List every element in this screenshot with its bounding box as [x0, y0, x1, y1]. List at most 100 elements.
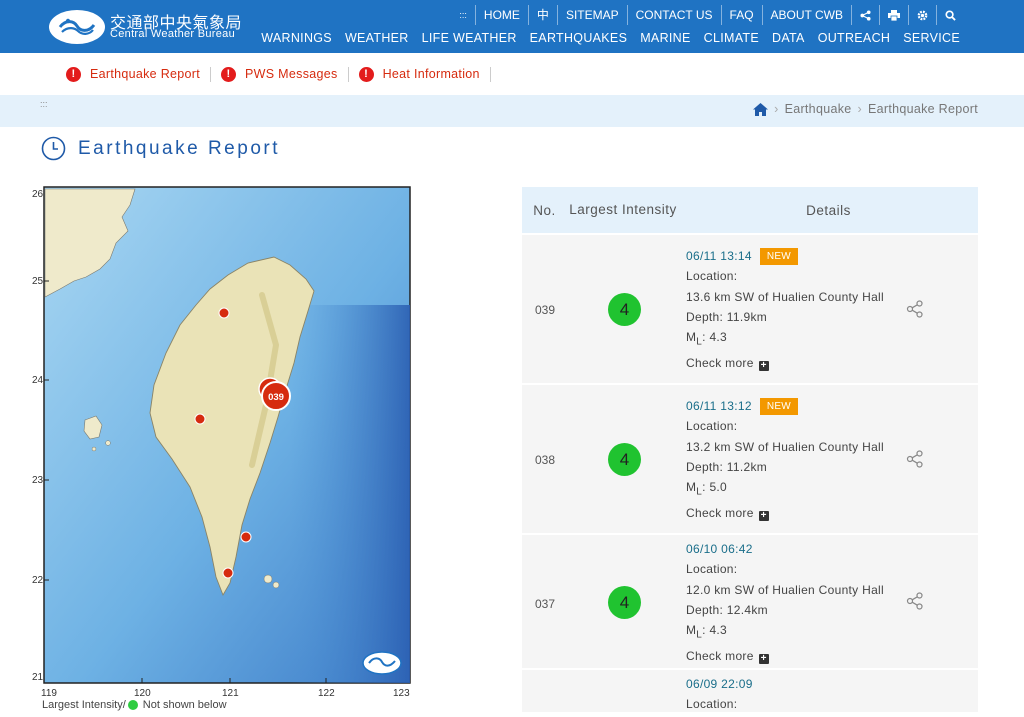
nav-data[interactable]: DATA	[772, 31, 805, 45]
location-label: Location:	[686, 419, 738, 434]
intensity-badge: 4	[608, 586, 641, 619]
event-time: 06/10 06:42	[686, 542, 753, 556]
alert-links: ! Earthquake Report ! PWS Messages ! Hea…	[66, 64, 491, 84]
util-faq-link[interactable]: FAQ	[720, 5, 762, 25]
alert-icon: !	[66, 66, 81, 82]
alert-icon: !	[221, 66, 237, 82]
check-more-link[interactable]: Check more +	[686, 353, 884, 373]
breadcrumb-bar: ::: › Earthquake › Earthquake Report	[0, 95, 1024, 127]
location-label: Location:	[686, 562, 738, 577]
row-details: 06/11 13:14 NEW Location: 13.6 km SW of H…	[686, 246, 884, 373]
cwb-logo[interactable]	[48, 9, 106, 45]
event-time: 06/11 13:14	[686, 249, 752, 263]
lon-label: 119	[41, 688, 57, 699]
alert-icon: !	[358, 66, 374, 82]
gear-icon[interactable]	[908, 5, 936, 25]
legend-label: Largest Intensity/	[42, 699, 126, 711]
alert-label: Earthquake Report	[90, 67, 201, 81]
nav-life-weather[interactable]: LIFE WEATHER	[422, 31, 517, 45]
lat-label: 25	[32, 276, 44, 287]
row-details: 06/11 13:12 NEW Location: 13.2 km SW of H…	[686, 396, 884, 523]
breadcrumb-menu-icon[interactable]: :::	[40, 99, 48, 109]
lon-label: 121	[222, 688, 239, 699]
new-badge: NEW	[759, 248, 799, 265]
util-home-link[interactable]: HOME	[474, 5, 528, 25]
event-time: 06/11 13:12	[686, 399, 752, 413]
plus-icon: +	[758, 509, 769, 521]
nav-weather[interactable]: WEATHER	[345, 31, 409, 45]
top-header: 交通部中央氣象局 Central Weather Bureau ::: HOME…	[0, 0, 1024, 53]
earthquake-map[interactable]: 26 25 24 23 22 21 119 120 121 122 123 03…	[30, 185, 420, 712]
page-title: Earthquake Report	[78, 137, 280, 159]
breadcrumb-separator: ›	[857, 102, 862, 116]
check-more-link[interactable]: Check more +	[686, 503, 884, 523]
legend-note: Not shown below	[142, 699, 227, 711]
lon-label: 123	[393, 688, 410, 699]
table-row[interactable]: 039 4 06/11 13:14 NEW Location: 13.6 km S…	[522, 235, 978, 383]
nav-marine[interactable]: MARINE	[640, 31, 690, 45]
util-about-link[interactable]: ABOUT CWB	[761, 5, 851, 25]
util-contact-link[interactable]: CONTACT US	[626, 5, 721, 25]
map-legend: Largest Intensity/ Not shown below	[42, 699, 227, 711]
magnitude-text: ML: 5.0	[686, 480, 728, 498]
depth-text: Depth: 12.4km	[686, 602, 768, 617]
depth-text: Depth: 11.9km	[686, 309, 768, 324]
share-icon[interactable]	[851, 5, 879, 25]
utility-menu-icon[interactable]: :::	[451, 5, 475, 25]
header-intensity: Largest Intensity	[569, 202, 677, 217]
breadcrumb-earthquake[interactable]: Earthquake	[785, 102, 852, 116]
lat-label: 26	[32, 189, 44, 200]
location-label: Location:	[686, 269, 738, 284]
print-icon[interactable]	[879, 5, 908, 25]
row-number: 038	[535, 453, 556, 467]
page-title-block: Earthquake Report	[41, 136, 280, 161]
location-text: 13.2 km SW of Hualien County Hall	[686, 439, 884, 454]
nav-warnings[interactable]: WARNINGS	[261, 31, 332, 45]
intensity-badge: 4	[608, 443, 641, 476]
depth-text: Depth: 11.2km	[686, 459, 768, 474]
nav-earthquakes[interactable]: EARTHQUAKES	[530, 31, 628, 45]
utility-nav: ::: HOME 中 SITEMAP CONTACT US FAQ ABOUT …	[451, 5, 964, 25]
row-number: 037	[535, 597, 556, 611]
util-sitemap-link[interactable]: SITEMAP	[556, 5, 627, 25]
alert-heat-information[interactable]: ! Heat Information	[349, 66, 491, 82]
nav-service[interactable]: SERVICE	[903, 31, 960, 45]
search-icon[interactable]	[936, 5, 964, 25]
lon-label: 122	[318, 688, 335, 699]
share-icon[interactable]	[906, 592, 924, 610]
table-row[interactable]: 038 4 06/11 13:12 NEW Location: 13.2 km S…	[522, 385, 978, 533]
lon-label: 120	[134, 688, 151, 699]
breadcrumb-separator: ›	[774, 102, 779, 116]
clock-icon	[41, 136, 66, 161]
check-more-link[interactable]: Check more +	[686, 646, 884, 666]
plus-icon: +	[758, 359, 769, 371]
row-details: 06/10 06:42 Location: 12.0 km SW of Hual…	[686, 539, 884, 666]
header-details: Details	[806, 202, 851, 218]
epicenter-marker[interactable]	[194, 413, 206, 425]
alert-label: PWS Messages	[245, 67, 338, 81]
alert-pws-messages[interactable]: ! PWS Messages	[211, 66, 349, 82]
home-icon[interactable]	[753, 102, 769, 116]
breadcrumb-earthquake-report: Earthquake Report	[867, 102, 978, 116]
event-time: 06/09 22:09	[686, 677, 753, 691]
epicenter-label: 039	[268, 392, 284, 403]
table-row[interactable]: 037 4 06/10 06:42 Location: 12.0 km SW o…	[522, 535, 978, 668]
row-number: 039	[535, 303, 556, 317]
nav-outreach[interactable]: OUTREACH	[818, 31, 891, 45]
table-row[interactable]: 06/09 22:09 Location:	[522, 670, 978, 712]
lat-label: 22	[32, 575, 44, 586]
alert-earthquake-report[interactable]: ! Earthquake Report	[66, 66, 212, 82]
green-dot-icon	[127, 700, 138, 710]
epicenter-marker[interactable]	[240, 531, 252, 543]
alert-label: Heat Information	[382, 67, 480, 81]
intensity-badge: 4	[608, 293, 641, 326]
share-icon[interactable]	[906, 300, 924, 318]
lat-label: 21	[32, 672, 44, 683]
epicenter-marker[interactable]	[222, 567, 234, 579]
util-chinese-link[interactable]: 中	[527, 5, 557, 25]
share-icon[interactable]	[906, 450, 924, 468]
brand-name-english: Central Weather Bureau	[110, 28, 236, 40]
nav-climate[interactable]: CLIMATE	[704, 31, 759, 45]
header-no: No.	[533, 202, 556, 218]
epicenter-marker[interactable]	[218, 307, 230, 319]
